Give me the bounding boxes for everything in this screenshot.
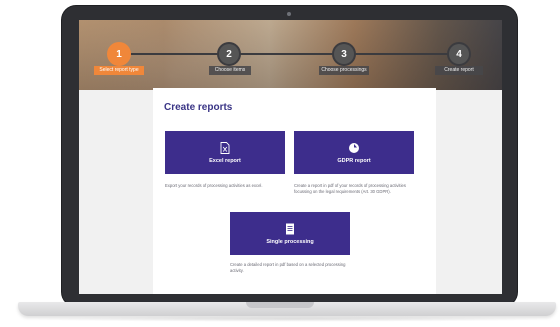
hero-overlay [79,20,502,90]
excel-report-button[interactable]: Excel report [165,131,285,174]
excel-report-description: Export your records of processing activi… [165,183,263,188]
stepper-connector [344,53,459,55]
laptop-screen: 1 2 3 4 Select report type Choose items … [79,20,502,294]
step-1-circle[interactable]: 1 [109,44,129,64]
gdpr-report-description: Create a report in pdf of your records o… [294,183,406,194]
step-1-label[interactable]: Select report type [94,66,144,75]
step-3-label[interactable]: Choose processings [319,66,369,75]
gdpr-report-label: GDPR report [337,157,371,164]
step-4-label[interactable]: Create report [435,66,483,75]
page-title: Create reports [164,102,233,113]
webcam [287,12,291,16]
create-reports-panel: Create reports Excel report Export your … [153,88,436,294]
stepper-connector [229,53,344,55]
document-icon [286,223,294,234]
laptop-base-notch [246,302,314,308]
laptop-shadow [30,316,545,322]
step-4-circle[interactable]: 4 [449,44,469,64]
single-processing-button[interactable]: Single processing [230,212,350,255]
stepper-connector [119,53,229,55]
single-processing-description: Create a detailed report in pdf based on… [230,262,346,273]
excel-file-icon [220,141,230,154]
step-2-label[interactable]: Choose items [209,66,251,75]
single-processing-label: Single processing [266,238,314,245]
excel-report-label: Excel report [209,157,241,164]
step-3-circle[interactable]: 3 [334,44,354,64]
gdpr-report-icon [349,142,359,153]
gdpr-report-button[interactable]: GDPR report [294,131,414,174]
step-2-circle[interactable]: 2 [219,44,239,64]
